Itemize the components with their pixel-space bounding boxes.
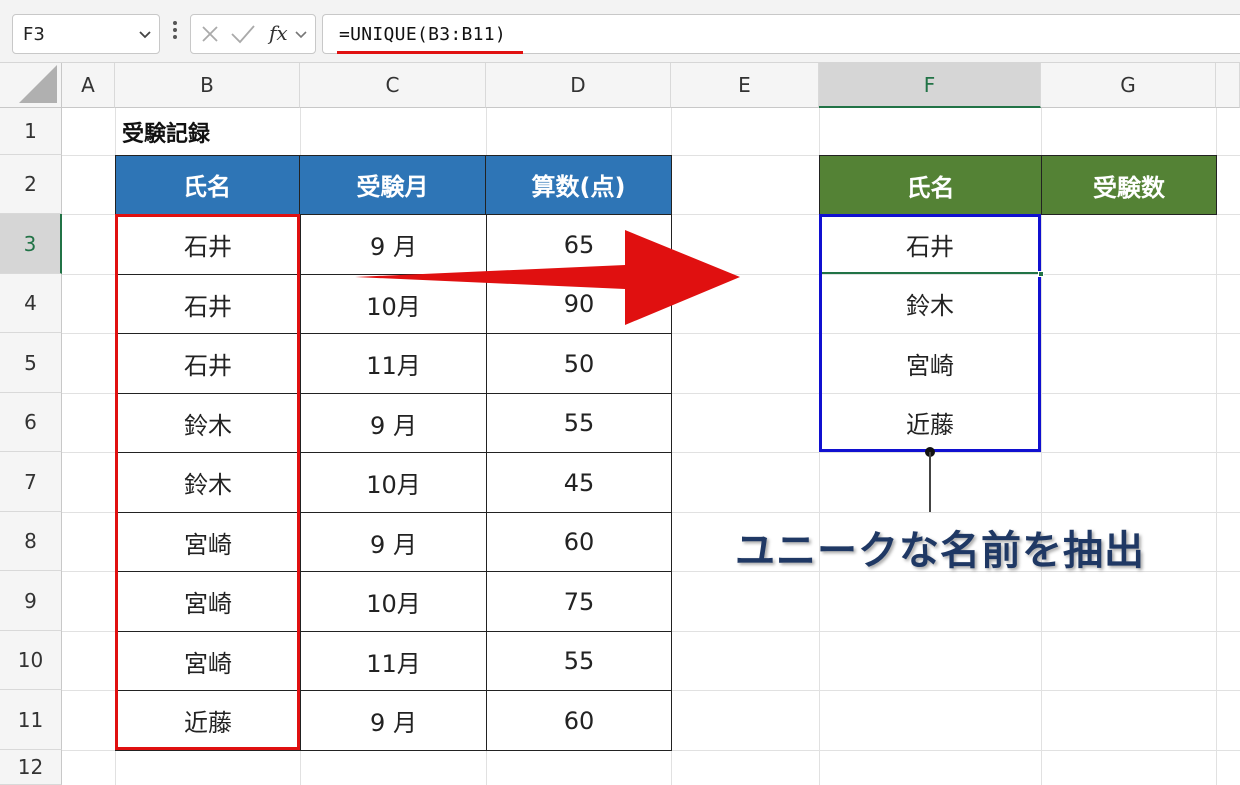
fill-handle[interactable] bbox=[1038, 271, 1044, 277]
spill-range-border bbox=[819, 214, 1041, 452]
row-header-11[interactable]: 11 bbox=[0, 690, 62, 750]
callout-line bbox=[929, 452, 931, 512]
score-cell[interactable]: 55 bbox=[486, 393, 672, 453]
row-header-1[interactable]: 1 bbox=[0, 108, 62, 155]
name-box[interactable]: F3 bbox=[12, 14, 160, 54]
row-header-5[interactable]: 5 bbox=[0, 333, 62, 393]
formula-input[interactable]: =UNIQUE(B3:B11) bbox=[322, 14, 1240, 54]
column-header-g[interactable]: G bbox=[1041, 63, 1216, 108]
column-header-e[interactable]: E bbox=[671, 63, 819, 108]
score-cell[interactable]: 75 bbox=[486, 571, 672, 632]
table-header-cell[interactable]: 受験月 bbox=[300, 155, 486, 214]
row-header-2[interactable]: 2 bbox=[0, 155, 62, 214]
column-header-f[interactable]: F bbox=[819, 63, 1041, 108]
row-header-12[interactable]: 12 bbox=[0, 750, 62, 785]
annotation-label: ユニークな名前を抽出 bbox=[735, 528, 1145, 574]
score-cell[interactable]: 50 bbox=[486, 333, 672, 394]
score-cell[interactable]: 60 bbox=[486, 512, 672, 572]
row-header-8[interactable]: 8 bbox=[0, 512, 62, 571]
month-cell[interactable]: 11月 bbox=[300, 333, 487, 394]
formula-text: =UNIQUE(B3:B11) bbox=[339, 24, 507, 45]
row-header-7[interactable]: 7 bbox=[0, 452, 62, 512]
row-header-6[interactable]: 6 bbox=[0, 393, 62, 452]
month-cell[interactable]: 10月 bbox=[300, 452, 487, 513]
row-header-4[interactable]: 4 bbox=[0, 274, 62, 333]
month-cell[interactable]: 9 月 bbox=[300, 393, 487, 453]
red-arrow-icon bbox=[355, 230, 740, 325]
month-cell[interactable]: 9 月 bbox=[300, 690, 487, 751]
active-cell-indicator bbox=[822, 272, 1038, 274]
sheet-title: 受験記録 bbox=[122, 121, 211, 147]
chevron-down-icon[interactable] bbox=[137, 25, 153, 49]
column-header-b[interactable]: B bbox=[115, 63, 300, 108]
select-all-corner[interactable] bbox=[0, 63, 62, 108]
confirm-check-icon[interactable] bbox=[229, 23, 257, 49]
cancel-x-icon[interactable] bbox=[199, 23, 221, 49]
month-cell[interactable]: 9 月 bbox=[300, 512, 487, 572]
table-header-cell[interactable]: 氏名 bbox=[115, 155, 300, 214]
spreadsheet-grid: ABCDEFG 1 2 3 4 5 6 7 8 9 10 11 12 受験記録 氏名 受験月 算数(点) 石井… bbox=[0, 63, 1240, 785]
column-header-d[interactable]: D bbox=[486, 63, 671, 108]
column-header-a[interactable]: A bbox=[62, 63, 115, 108]
month-cell[interactable]: 11月 bbox=[300, 631, 487, 691]
result-header-cell[interactable]: 受験数 bbox=[1041, 155, 1217, 215]
formula-underline bbox=[337, 51, 523, 54]
formula-bar: F3 fx =UNIQUE(B3:B11) bbox=[0, 0, 1240, 63]
month-cell[interactable]: 10月 bbox=[300, 571, 487, 632]
row-header-3[interactable]: 3 bbox=[0, 214, 62, 274]
name-box-value: F3 bbox=[23, 24, 45, 45]
score-cell[interactable]: 60 bbox=[486, 690, 672, 751]
chevron-down-icon[interactable] bbox=[293, 25, 309, 49]
table-header-cell[interactable]: 算数(点) bbox=[486, 155, 671, 214]
result-header-cell[interactable]: 氏名 bbox=[819, 155, 1042, 215]
score-cell[interactable]: 45 bbox=[486, 452, 672, 513]
column-header-blank[interactable] bbox=[1216, 63, 1240, 108]
row-header-10[interactable]: 10 bbox=[0, 631, 62, 690]
insert-function-button[interactable]: fx bbox=[269, 21, 288, 45]
names-highlight-box bbox=[115, 214, 300, 750]
formula-tools: fx bbox=[190, 14, 316, 54]
row-header-9[interactable]: 9 bbox=[0, 571, 62, 631]
column-header-c[interactable]: C bbox=[300, 63, 486, 108]
more-options-icon[interactable] bbox=[168, 18, 182, 48]
score-cell[interactable]: 55 bbox=[486, 631, 672, 691]
